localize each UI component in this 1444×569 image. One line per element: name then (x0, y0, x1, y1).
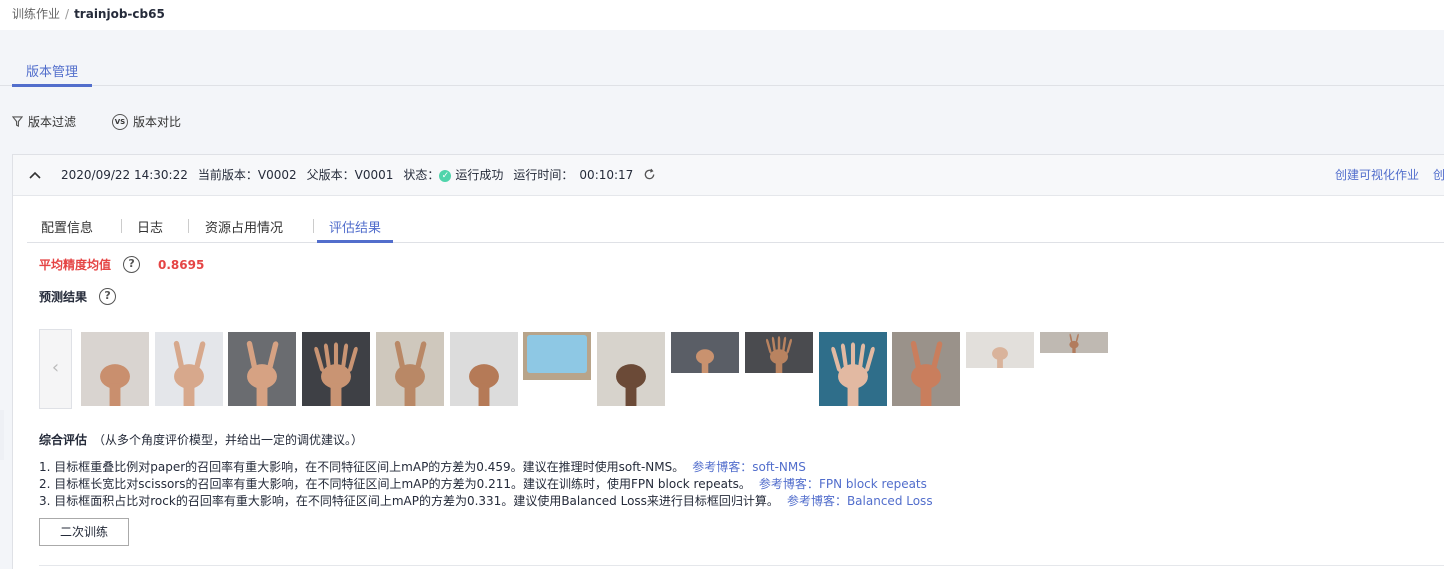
prediction-thumbnail[interactable] (745, 332, 813, 373)
hand-paper-image (766, 336, 792, 373)
tab-version-management[interactable]: 版本管理 (12, 61, 92, 87)
version-compare-label: 版本对比 (133, 115, 182, 129)
tab-evaluation-results[interactable]: 评估结果 (317, 217, 394, 243)
map-label: 平均精度均值 (39, 258, 112, 272)
prediction-thumbnail[interactable] (376, 332, 444, 406)
status: 状态： ✓ 运行成功 (403, 166, 503, 183)
runtime-label: 运行时间： (513, 168, 574, 182)
parent-version: 父版本：V0001 (306, 168, 394, 182)
prediction-thumbnail[interactable] (597, 332, 665, 406)
finding-item: 1. 目标框重叠比例对paper的召回率有重大影响，在不同特征区间上mAP的方差… (39, 459, 933, 476)
version-info: 2020/09/22 14:30:22 当前版本：V0002 父版本：V0001… (61, 166, 656, 183)
hand-scissors-image (910, 340, 943, 406)
summary-subtitle: （从多个角度评价模型，并给出一定的调优建议。） (93, 433, 364, 447)
breadcrumb-parent-link[interactable]: 训练作业 (12, 7, 60, 21)
chevron-up-icon[interactable] (29, 169, 41, 181)
summary-heading: 综合评估 （从多个角度评价模型，并给出一定的调优建议。） (39, 431, 363, 448)
prediction-thumbnail[interactable] (671, 332, 739, 373)
findings-list: 1. 目标框重叠比例对paper的召回率有重大影响，在不同特征区间上mAP的方差… (39, 459, 933, 510)
refresh-icon[interactable] (643, 168, 656, 181)
carousel-prev-button[interactable]: ‹ (39, 329, 72, 409)
finding-text: 1. 目标框重叠比例对paper的召回率有重大影响，在不同特征区间上mAP的方差… (39, 460, 685, 474)
status-value: 运行成功 (455, 168, 504, 182)
towel-image (527, 335, 587, 373)
finding-text: 2. 目标框长宽比对scissors的召回率有重大影响，在不同特征区间上mAP的… (39, 477, 751, 491)
ref-link-balanced-loss[interactable]: Balanced Loss (847, 494, 933, 508)
help-icon[interactable]: ? (99, 288, 117, 305)
hand-fist-image (100, 364, 130, 406)
hand-paper-image (314, 342, 358, 406)
runtime-value: 00:10:17 (579, 168, 634, 182)
tab-divider (188, 219, 189, 233)
finding-text: 3. 目标框面积占比对rock的召回率有重大影响，在不同特征区间上mAP的方差为… (39, 494, 779, 508)
prediction-thumbnail[interactable] (81, 332, 149, 406)
prediction-thumbnail[interactable] (1040, 332, 1108, 353)
tab-divider (121, 219, 122, 233)
filter-icon (12, 116, 23, 127)
divider (39, 565, 1444, 566)
hand-scissors-image (394, 340, 427, 406)
ref-label: 参考博客： (786, 494, 847, 508)
ref-label: 参考博客： (692, 460, 753, 474)
vs-icon: VS (112, 113, 128, 130)
prediction-thumbnail[interactable] (966, 332, 1034, 368)
ref-link-soft-nms[interactable]: soft-NMS (752, 460, 806, 474)
ref-label: 参考博客： (758, 477, 819, 491)
side-handle[interactable] (0, 410, 4, 460)
create-more-link[interactable]: 创 (1433, 166, 1444, 183)
help-icon[interactable]: ? (123, 256, 141, 273)
map-row: 平均精度均值 ? 0.8695 (39, 256, 204, 273)
version-compare-button[interactable]: VS 版本对比 (112, 113, 181, 130)
finding-item: 3. 目标框面积占比对rock的召回率有重大影响，在不同特征区间上mAP的方差为… (39, 493, 933, 510)
runtime: 运行时间： 00:10:17 (513, 166, 633, 183)
prediction-thumbnail[interactable] (523, 332, 591, 380)
tab-config-info[interactable]: 配置信息 (41, 217, 93, 236)
retrain-button[interactable]: 二次训练 (39, 518, 129, 546)
breadcrumb-current: trainjob-cb65 (74, 7, 165, 21)
breadcrumb-separator: / (65, 7, 70, 21)
hand-scissors-image (173, 340, 206, 406)
hand-scissors-image (246, 340, 279, 406)
tab-divider (313, 219, 314, 233)
create-visualization-job-link[interactable]: 创建可视化作业 (1335, 166, 1419, 183)
current-version: 当前版本：V0002 (197, 168, 297, 182)
prediction-thumbnail[interactable] (892, 332, 960, 406)
prediction-thumbnail[interactable] (819, 332, 887, 406)
check-circle-icon: ✓ (439, 169, 452, 182)
version-filter-button[interactable]: 版本过滤 (12, 113, 76, 130)
map-value: 0.8695 (158, 257, 205, 272)
version-filter-label: 版本过滤 (28, 115, 77, 129)
prediction-thumbnail[interactable] (302, 332, 370, 406)
version-subtabs: 配置信息 日志 资源占用情况 评估结果 (27, 213, 1444, 243)
summary-title: 综合评估 (39, 433, 88, 447)
hand-fist-image (695, 349, 715, 373)
hand-scissors-image (1069, 333, 1079, 353)
tab-resource-usage[interactable]: 资源占用情况 (205, 217, 283, 236)
version-card: 2020/09/22 14:30:22 当前版本：V0002 父版本：V0001… (12, 154, 1444, 569)
hand-rock-image (616, 364, 646, 406)
prediction-row: 预测结果 ? (39, 288, 117, 305)
prediction-thumbnail[interactable] (155, 332, 223, 406)
prediction-label: 预测结果 (39, 290, 88, 304)
breadcrumb: 训练作业 / trainjob-cb65 (12, 5, 165, 22)
version-datetime: 2020/09/22 14:30:22 (61, 167, 188, 182)
hand-rock-image (469, 364, 499, 406)
tab-logs[interactable]: 日志 (137, 217, 163, 236)
prediction-thumbnail[interactable] (450, 332, 518, 406)
hand-paper-image (831, 342, 875, 406)
version-card-header: 2020/09/22 14:30:22 当前版本：V0002 父版本：V0001… (13, 155, 1444, 196)
ref-link-fpn-block-repeats[interactable]: FPN block repeats (819, 477, 927, 491)
finding-item: 2. 目标框长宽比对scissors的召回率有重大影响，在不同特征区间上mAP的… (39, 476, 933, 493)
prediction-thumbnail[interactable] (228, 332, 296, 406)
status-label: 状态： (403, 168, 440, 182)
hand-rock-image (992, 347, 1008, 368)
page-tabbar: 版本管理 (0, 30, 1444, 87)
